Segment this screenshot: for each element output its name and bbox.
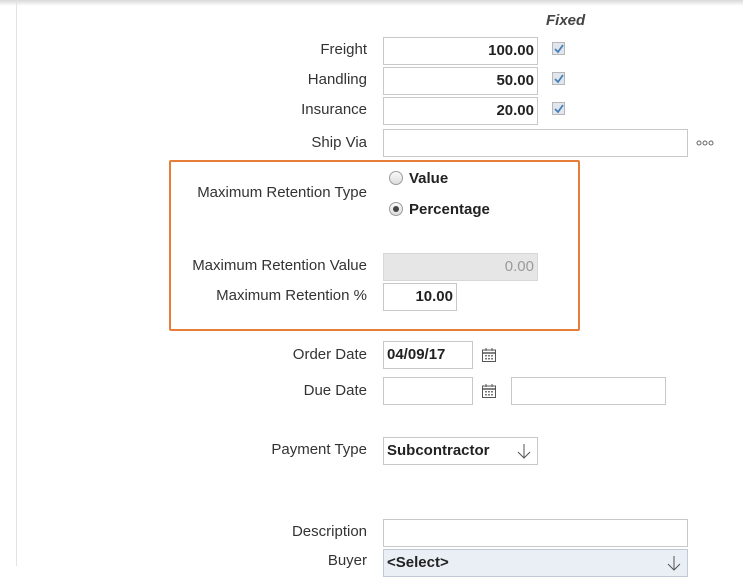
insurance-input[interactable]: 20.00 (383, 97, 538, 125)
payment-type-label: Payment Type (271, 441, 367, 458)
insurance-fixed-checkbox[interactable] (552, 102, 565, 115)
due-date-label: Due Date (303, 382, 367, 399)
insurance-label: Insurance (301, 101, 367, 118)
top-shadow (0, 0, 743, 6)
freight-label: Freight (320, 41, 367, 58)
left-divider (16, 0, 17, 566)
ship-via-label: Ship Via (311, 134, 367, 151)
order-date-input[interactable]: 04/09/17 (383, 341, 473, 369)
buyer-select[interactable]: <Select> (383, 549, 688, 577)
payment-type-select[interactable]: Subcontractor (383, 437, 538, 465)
max-retention-percent-input[interactable]: 10.00 (383, 283, 457, 311)
max-retention-value-label: Maximum Retention Value (192, 257, 367, 274)
handling-label: Handling (307, 71, 367, 88)
check-icon (554, 44, 564, 54)
freight-fixed-checkbox[interactable] (552, 42, 565, 55)
retention-percentage-option-label[interactable]: Percentage (409, 201, 490, 218)
check-icon (554, 74, 564, 84)
freight-input[interactable]: 100.00 (383, 37, 538, 65)
max-retention-value-input: 0.00 (383, 253, 538, 281)
description-input[interactable] (383, 519, 688, 547)
calendar-icon[interactable] (481, 347, 497, 363)
max-retention-type-label: Maximum Retention Type (197, 184, 367, 201)
handling-fixed-checkbox[interactable] (552, 72, 565, 85)
buyer-label: Buyer (327, 552, 367, 569)
order-date-label: Order Date (292, 346, 367, 363)
ship-via-input[interactable] (383, 129, 688, 157)
max-retention-percent-label: Maximum Retention % (216, 287, 367, 304)
due-time-input[interactable] (511, 377, 666, 405)
ellipsis-icon[interactable] (696, 134, 714, 150)
payment-type-value: Subcontractor (387, 442, 490, 459)
due-date-input[interactable] (383, 377, 473, 405)
calendar-icon[interactable] (481, 383, 497, 399)
arrow-down-icon (517, 444, 531, 459)
arrow-down-icon (667, 556, 681, 571)
fixed-column-header: Fixed (546, 12, 586, 29)
retention-value-option-label[interactable]: Value (409, 170, 448, 187)
handling-input[interactable]: 50.00 (383, 67, 538, 95)
check-icon (554, 104, 564, 114)
retention-percentage-radio[interactable] (389, 202, 403, 216)
retention-value-radio[interactable] (389, 171, 403, 185)
description-label: Description (291, 523, 367, 540)
buyer-value: <Select> (387, 554, 449, 571)
